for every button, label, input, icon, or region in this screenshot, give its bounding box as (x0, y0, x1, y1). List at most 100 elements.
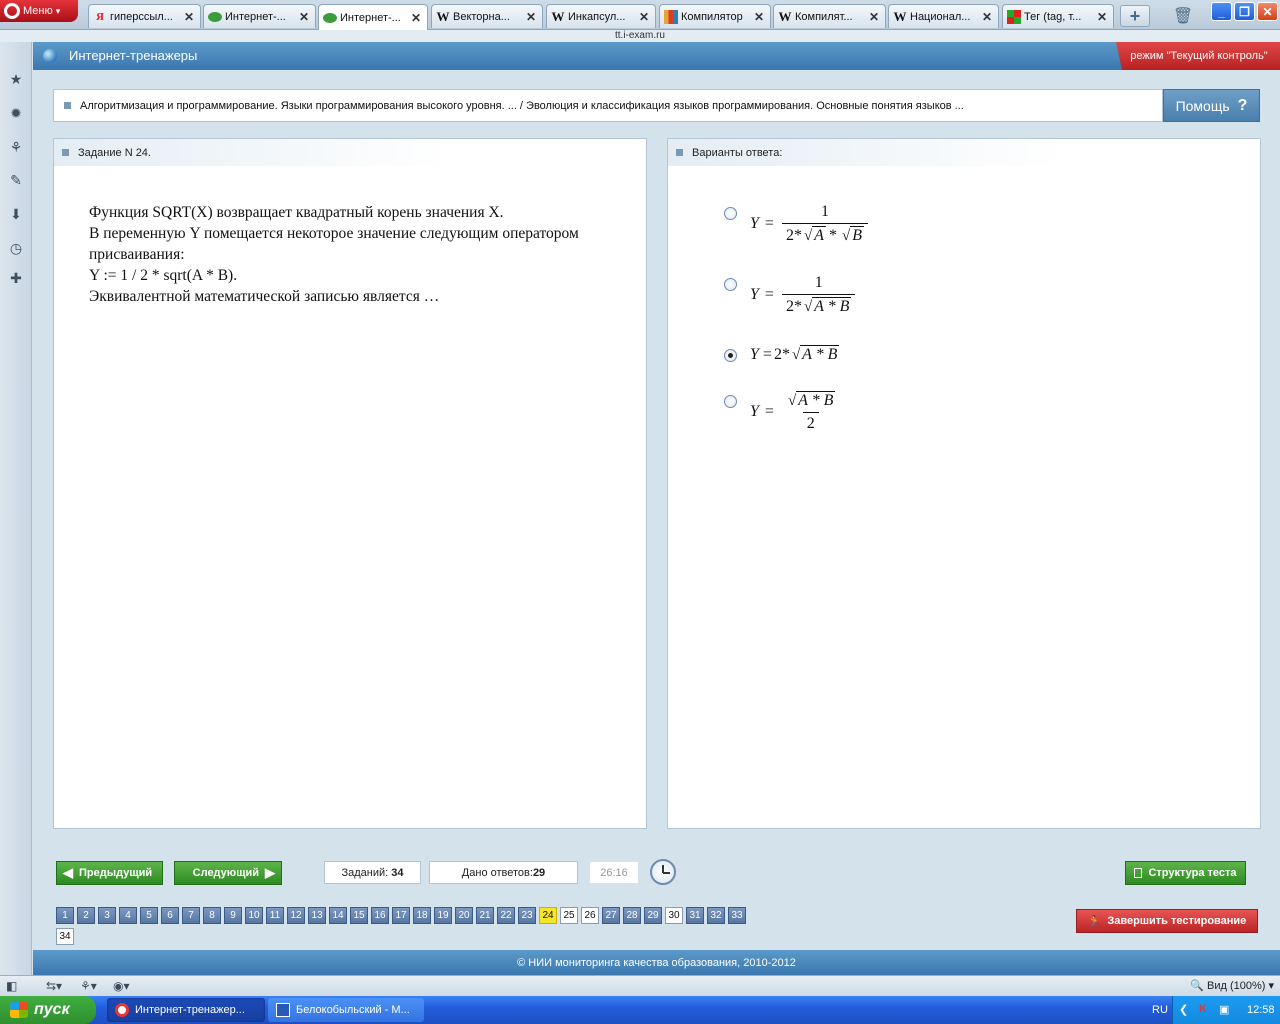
trash-icon[interactable]: 🗑 (1172, 5, 1194, 27)
browser-tab-active[interactable]: Интернет-... ✕ (318, 4, 428, 30)
question-number-button[interactable]: 17 (392, 907, 410, 924)
tab-label: Интернет-... (340, 11, 401, 24)
answer-formula: Y = 1 2 * √ A * √ B (750, 203, 868, 245)
question-number-button[interactable]: 8 (203, 907, 221, 924)
answer-option[interactable]: Y = 1 2 * √ A * B (724, 274, 856, 316)
next-button[interactable]: Следующий ▶ (174, 861, 282, 885)
panel-toggle-icon[interactable]: ◧ (6, 979, 17, 993)
test-structure-button[interactable]: Структура теста (1125, 861, 1246, 885)
zoom-control[interactable]: 🔍 Вид (100%) ▾ (1190, 979, 1274, 993)
browser-tab[interactable]: W Национал... ✕ (888, 4, 999, 28)
answer-option[interactable]: Y = 2 * √ A * B (724, 345, 840, 364)
browser-tab[interactable]: Интернет-... ✕ (203, 4, 316, 28)
close-icon[interactable]: ✕ (637, 10, 651, 24)
browser-tab[interactable]: Я гиперссыл... ✕ (88, 4, 201, 28)
formula-eq: = (764, 215, 774, 232)
add-panel-icon[interactable]: ✚ (7, 269, 25, 287)
browser-tab[interactable]: W Компилят... ✕ (773, 4, 886, 28)
tab-label: Векторна... (453, 10, 510, 23)
help-button[interactable]: Помощь ? (1163, 89, 1260, 122)
minimize-button[interactable]: _ (1211, 2, 1232, 21)
answer-radio[interactable] (724, 395, 737, 408)
browser-tab[interactable]: W Векторна... ✕ (431, 4, 543, 28)
question-number-button[interactable]: 20 (455, 907, 473, 924)
taskbar-item-word[interactable]: Белокобыльский - М... (268, 998, 424, 1022)
opera-menu-button[interactable]: Меню ▾ (0, 0, 78, 22)
close-icon[interactable]: ✕ (409, 11, 423, 25)
question-number-button[interactable]: 5 (140, 907, 158, 924)
close-icon[interactable]: ✕ (867, 10, 881, 24)
turbo-icon[interactable]: ◉▾ (113, 979, 130, 993)
bullet-square-icon (64, 102, 71, 109)
question-number-button[interactable]: 25 (560, 907, 578, 924)
sync-icon[interactable]: ⇆▾ (46, 979, 62, 993)
answer-radio[interactable] (724, 207, 737, 220)
downloads-icon[interactable]: ⬇ (7, 205, 25, 223)
question-number-button[interactable]: 27 (602, 907, 620, 924)
radical-icon: √ (841, 228, 851, 244)
question-number-button[interactable]: 26 (581, 907, 599, 924)
close-icon[interactable]: ✕ (182, 10, 196, 24)
unite-icon[interactable]: ⚘ (7, 138, 25, 156)
close-icon[interactable]: ✕ (297, 10, 311, 24)
question-number-button[interactable]: 23 (518, 907, 536, 924)
browser-status-bar: ◧ ⇆▾ ⚘▾ ◉▾ 🔍 Вид (100%) ▾ (0, 975, 1280, 996)
question-number-button[interactable]: 3 (98, 907, 116, 924)
question-number-button[interactable]: 16 (371, 907, 389, 924)
notes-icon[interactable]: ✎ (7, 171, 25, 189)
taskbar-item-opera[interactable]: Интернет-тренажер... (107, 998, 265, 1022)
answer-radio-selected[interactable] (724, 349, 737, 362)
question-number-button[interactable]: 2 (77, 907, 95, 924)
widgets-icon[interactable]: ✹ (7, 104, 25, 122)
unite-icon[interactable]: ⚘▾ (80, 979, 97, 993)
answer-option[interactable]: Y = √ A * B 2 (724, 391, 839, 433)
finish-test-button[interactable]: 🏃 Завершить тестирование (1076, 909, 1258, 933)
antivirus-icon[interactable]: K (1199, 1003, 1213, 1017)
bookmarks-icon[interactable]: ★ (7, 70, 25, 88)
question-number-button[interactable]: 32 (707, 907, 725, 924)
question-number-button[interactable]: 24 (539, 907, 557, 924)
maximize-button[interactable]: ❐ (1234, 2, 1255, 21)
browser-tab[interactable]: W Инкапсул... ✕ (546, 4, 656, 28)
question-mark-icon: ? (1237, 96, 1248, 114)
history-icon[interactable]: ◷ (7, 239, 25, 257)
question-number-button[interactable]: 19 (434, 907, 452, 924)
question-number-button[interactable]: 13 (308, 907, 326, 924)
question-number-button[interactable]: 29 (644, 907, 662, 924)
question-number-button[interactable]: 7 (182, 907, 200, 924)
previous-button[interactable]: ◀ Предыдущий (56, 861, 163, 885)
window-close-button[interactable]: ✕ (1257, 2, 1278, 21)
answer-option[interactable]: Y = 1 2 * √ A * √ B (724, 203, 868, 245)
answer-radio[interactable] (724, 278, 737, 291)
question-number-button[interactable]: 15 (350, 907, 368, 924)
close-icon[interactable]: ✕ (524, 10, 538, 24)
new-tab-button[interactable]: + (1120, 5, 1150, 27)
language-indicator[interactable]: RU (1152, 1004, 1168, 1016)
start-button[interactable]: пуск (0, 996, 96, 1024)
question-number-button[interactable]: 28 (623, 907, 641, 924)
answered-count: 29 (532, 866, 546, 879)
question-number-button[interactable]: 21 (476, 907, 494, 924)
browser-tab[interactable]: Тег (tag, т... ✕ (1002, 4, 1114, 28)
chevron-left-icon[interactable]: ❮ (1179, 1003, 1193, 1017)
close-icon[interactable]: ✕ (1095, 10, 1109, 24)
question-number-button[interactable]: 34 (56, 928, 74, 945)
close-icon[interactable]: ✕ (752, 10, 766, 24)
browser-tab[interactable]: Компилятор ✕ (659, 4, 771, 28)
question-number-button[interactable]: 30 (665, 907, 683, 924)
question-number-button[interactable]: 33 (728, 907, 746, 924)
question-number-button[interactable]: 10 (245, 907, 263, 924)
question-number-button[interactable]: 14 (329, 907, 347, 924)
question-number-button[interactable]: 12 (287, 907, 305, 924)
question-number-button[interactable]: 11 (266, 907, 284, 924)
network-icon[interactable]: ▣ (1219, 1003, 1233, 1017)
question-number-button[interactable]: 22 (497, 907, 515, 924)
close-icon[interactable]: ✕ (980, 10, 994, 24)
question-number-button[interactable]: 4 (119, 907, 137, 924)
question-number-button[interactable]: 9 (224, 907, 242, 924)
question-number-button[interactable]: 31 (686, 907, 704, 924)
question-number-button[interactable]: 1 (56, 907, 74, 924)
question-number-button[interactable]: 6 (161, 907, 179, 924)
clock-icon[interactable] (650, 859, 676, 885)
question-number-button[interactable]: 18 (413, 907, 431, 924)
